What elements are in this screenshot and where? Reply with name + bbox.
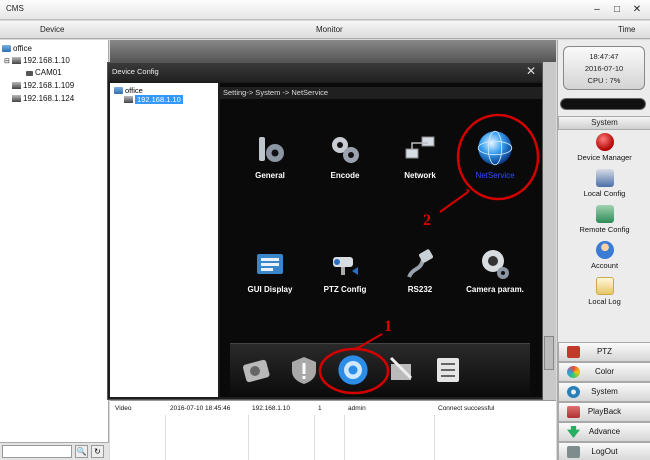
device-config-dialog: Device Config ✕ office 192.168.1.10 Sett… (107, 62, 543, 400)
nav-playback[interactable]: PlayBack (558, 402, 650, 422)
rs232-cable-icon (407, 249, 433, 278)
device-column-header: Device (40, 25, 65, 34)
ptz-config-camera-icon (333, 257, 358, 275)
local-config-icon (595, 169, 614, 187)
nav-system[interactable]: System (558, 382, 650, 402)
device-tree: office ⊟ 192.168.1.10 CAM01 192.168.1.10… (0, 40, 109, 442)
ptz-icon (567, 346, 580, 358)
app-title: CMS (6, 4, 24, 13)
gui-display-icon (257, 254, 283, 274)
tile-encode[interactable]: Encode (310, 133, 380, 180)
log-time: 2016-07-10 18:45:46 (170, 405, 231, 412)
config-dock (230, 343, 530, 395)
step-1-label: 1 (384, 318, 392, 335)
device-manager-button[interactable]: Device Manager (558, 133, 650, 167)
time-column-header: Time (618, 25, 636, 34)
collapse-icon[interactable]: ⊟ (4, 58, 10, 65)
event-log: Video 2016-07-10 18:45:46 192.168.1.10 1… (110, 400, 556, 460)
hdd-icon[interactable] (240, 354, 272, 386)
tile-gui-display[interactable]: GUI Display (235, 247, 305, 294)
tree-device-node[interactable]: 192.168.1.124 (12, 94, 74, 103)
app-titlebar: CMS – □ ✕ (0, 0, 650, 20)
logout-icon (567, 446, 580, 458)
tile-general[interactable]: General (235, 133, 305, 180)
breadcrumb: Setting-> System -> NetService (220, 87, 542, 99)
alarm-shield-icon[interactable] (288, 354, 320, 386)
dialog-titlebar: Device Config ✕ (108, 63, 542, 81)
advance-icon (567, 426, 580, 438)
dvr-icon (12, 82, 21, 89)
info-list-icon[interactable] (432, 354, 464, 386)
log-type: Video (115, 405, 132, 412)
log-ip: 192.168.1.10 (252, 405, 290, 412)
general-wrench-gear-icon (259, 137, 284, 162)
clock-date: 2016-07-10 (584, 64, 624, 73)
dialog-tree-root[interactable]: office (114, 86, 143, 95)
device-manager-icon (595, 133, 614, 151)
tile-ptz-config[interactable]: PTZ Config (310, 247, 380, 294)
camera-param-icon (482, 250, 509, 279)
search-icon[interactable]: 🔍 (75, 445, 88, 458)
dvr-icon (124, 96, 133, 103)
dialog-device-tree: office 192.168.1.10 (110, 83, 218, 397)
nav-advance[interactable]: Advance (558, 422, 650, 442)
dvr-icon (12, 95, 21, 102)
minimize-icon[interactable]: – (590, 3, 604, 16)
tree-root-office[interactable]: office (2, 44, 32, 53)
camera-icon (26, 71, 33, 76)
system-section-header: System (558, 116, 650, 130)
tree-camera-node[interactable]: CAM01 (26, 68, 62, 77)
nav-logout[interactable]: LogOut (558, 442, 650, 460)
local-config-button[interactable]: Local Config (558, 169, 650, 203)
tile-network[interactable]: Network (385, 133, 455, 180)
monitor-top-bar (110, 40, 556, 62)
cpu-usage: CPU : 7% (587, 76, 621, 85)
remote-config-icon (595, 205, 614, 223)
status-bar (560, 98, 646, 110)
tile-netservice[interactable]: NetService (460, 129, 530, 180)
log-result: Connect successful (438, 405, 495, 412)
clock-time: 18:47:47 (589, 52, 619, 61)
account-button[interactable]: Account (558, 241, 650, 275)
dialog-scrollbar[interactable] (544, 336, 554, 370)
refresh-icon[interactable]: ↻ (91, 445, 104, 458)
system-gear-icon[interactable] (335, 352, 371, 388)
dialog-close-icon[interactable]: ✕ (526, 64, 536, 78)
tile-rs232[interactable]: RS232 (385, 247, 455, 294)
netservice-globe-icon (477, 130, 513, 166)
tree-toolbar: 🔍 ↻ (0, 442, 109, 460)
color-icon (567, 366, 580, 378)
tools-icon[interactable] (385, 354, 417, 386)
group-icon (114, 87, 123, 94)
group-icon (2, 45, 11, 52)
dialog-tree-device[interactable]: 192.168.1.10 (124, 95, 183, 104)
encode-gears-icon (332, 137, 359, 163)
playback-icon (567, 406, 580, 418)
dialog-title: Device Config (112, 67, 159, 76)
table-row[interactable]: Video 2016-07-10 18:45:46 192.168.1.10 1… (110, 405, 556, 415)
network-computers-icon (405, 136, 435, 159)
close-icon[interactable]: ✕ (630, 3, 644, 16)
account-icon (595, 241, 614, 259)
dvr-icon (12, 57, 22, 64)
settings-panel: Setting-> System -> NetService General E… (220, 83, 542, 397)
clock-display: 18:47:47 2016-07-10 CPU : 7% (563, 46, 645, 90)
tree-device-node[interactable]: ⊟ 192.168.1.10 (4, 56, 70, 65)
nav-ptz[interactable]: PTZ (558, 342, 650, 362)
system-icon (567, 386, 580, 398)
remote-config-button[interactable]: Remote Config (558, 205, 650, 239)
tile-camera-param[interactable]: Camera param. (460, 247, 530, 294)
right-panel: 18:47:47 2016-07-10 CPU : 7% System Devi… (557, 40, 650, 460)
tree-device-node[interactable]: 192.168.1.109 (12, 81, 74, 90)
header-bar: Device Monitor Time (0, 21, 650, 39)
step-2-label: 2 (423, 212, 431, 229)
log-user: admin (348, 405, 366, 412)
log-channel: 1 (318, 405, 322, 412)
tree-search-input[interactable] (2, 445, 72, 458)
monitor-column-header: Monitor (316, 25, 343, 34)
local-log-icon (595, 277, 614, 295)
nav-color[interactable]: Color (558, 362, 650, 382)
maximize-icon[interactable]: □ (610, 3, 624, 16)
local-log-button[interactable]: Local Log (558, 277, 650, 311)
